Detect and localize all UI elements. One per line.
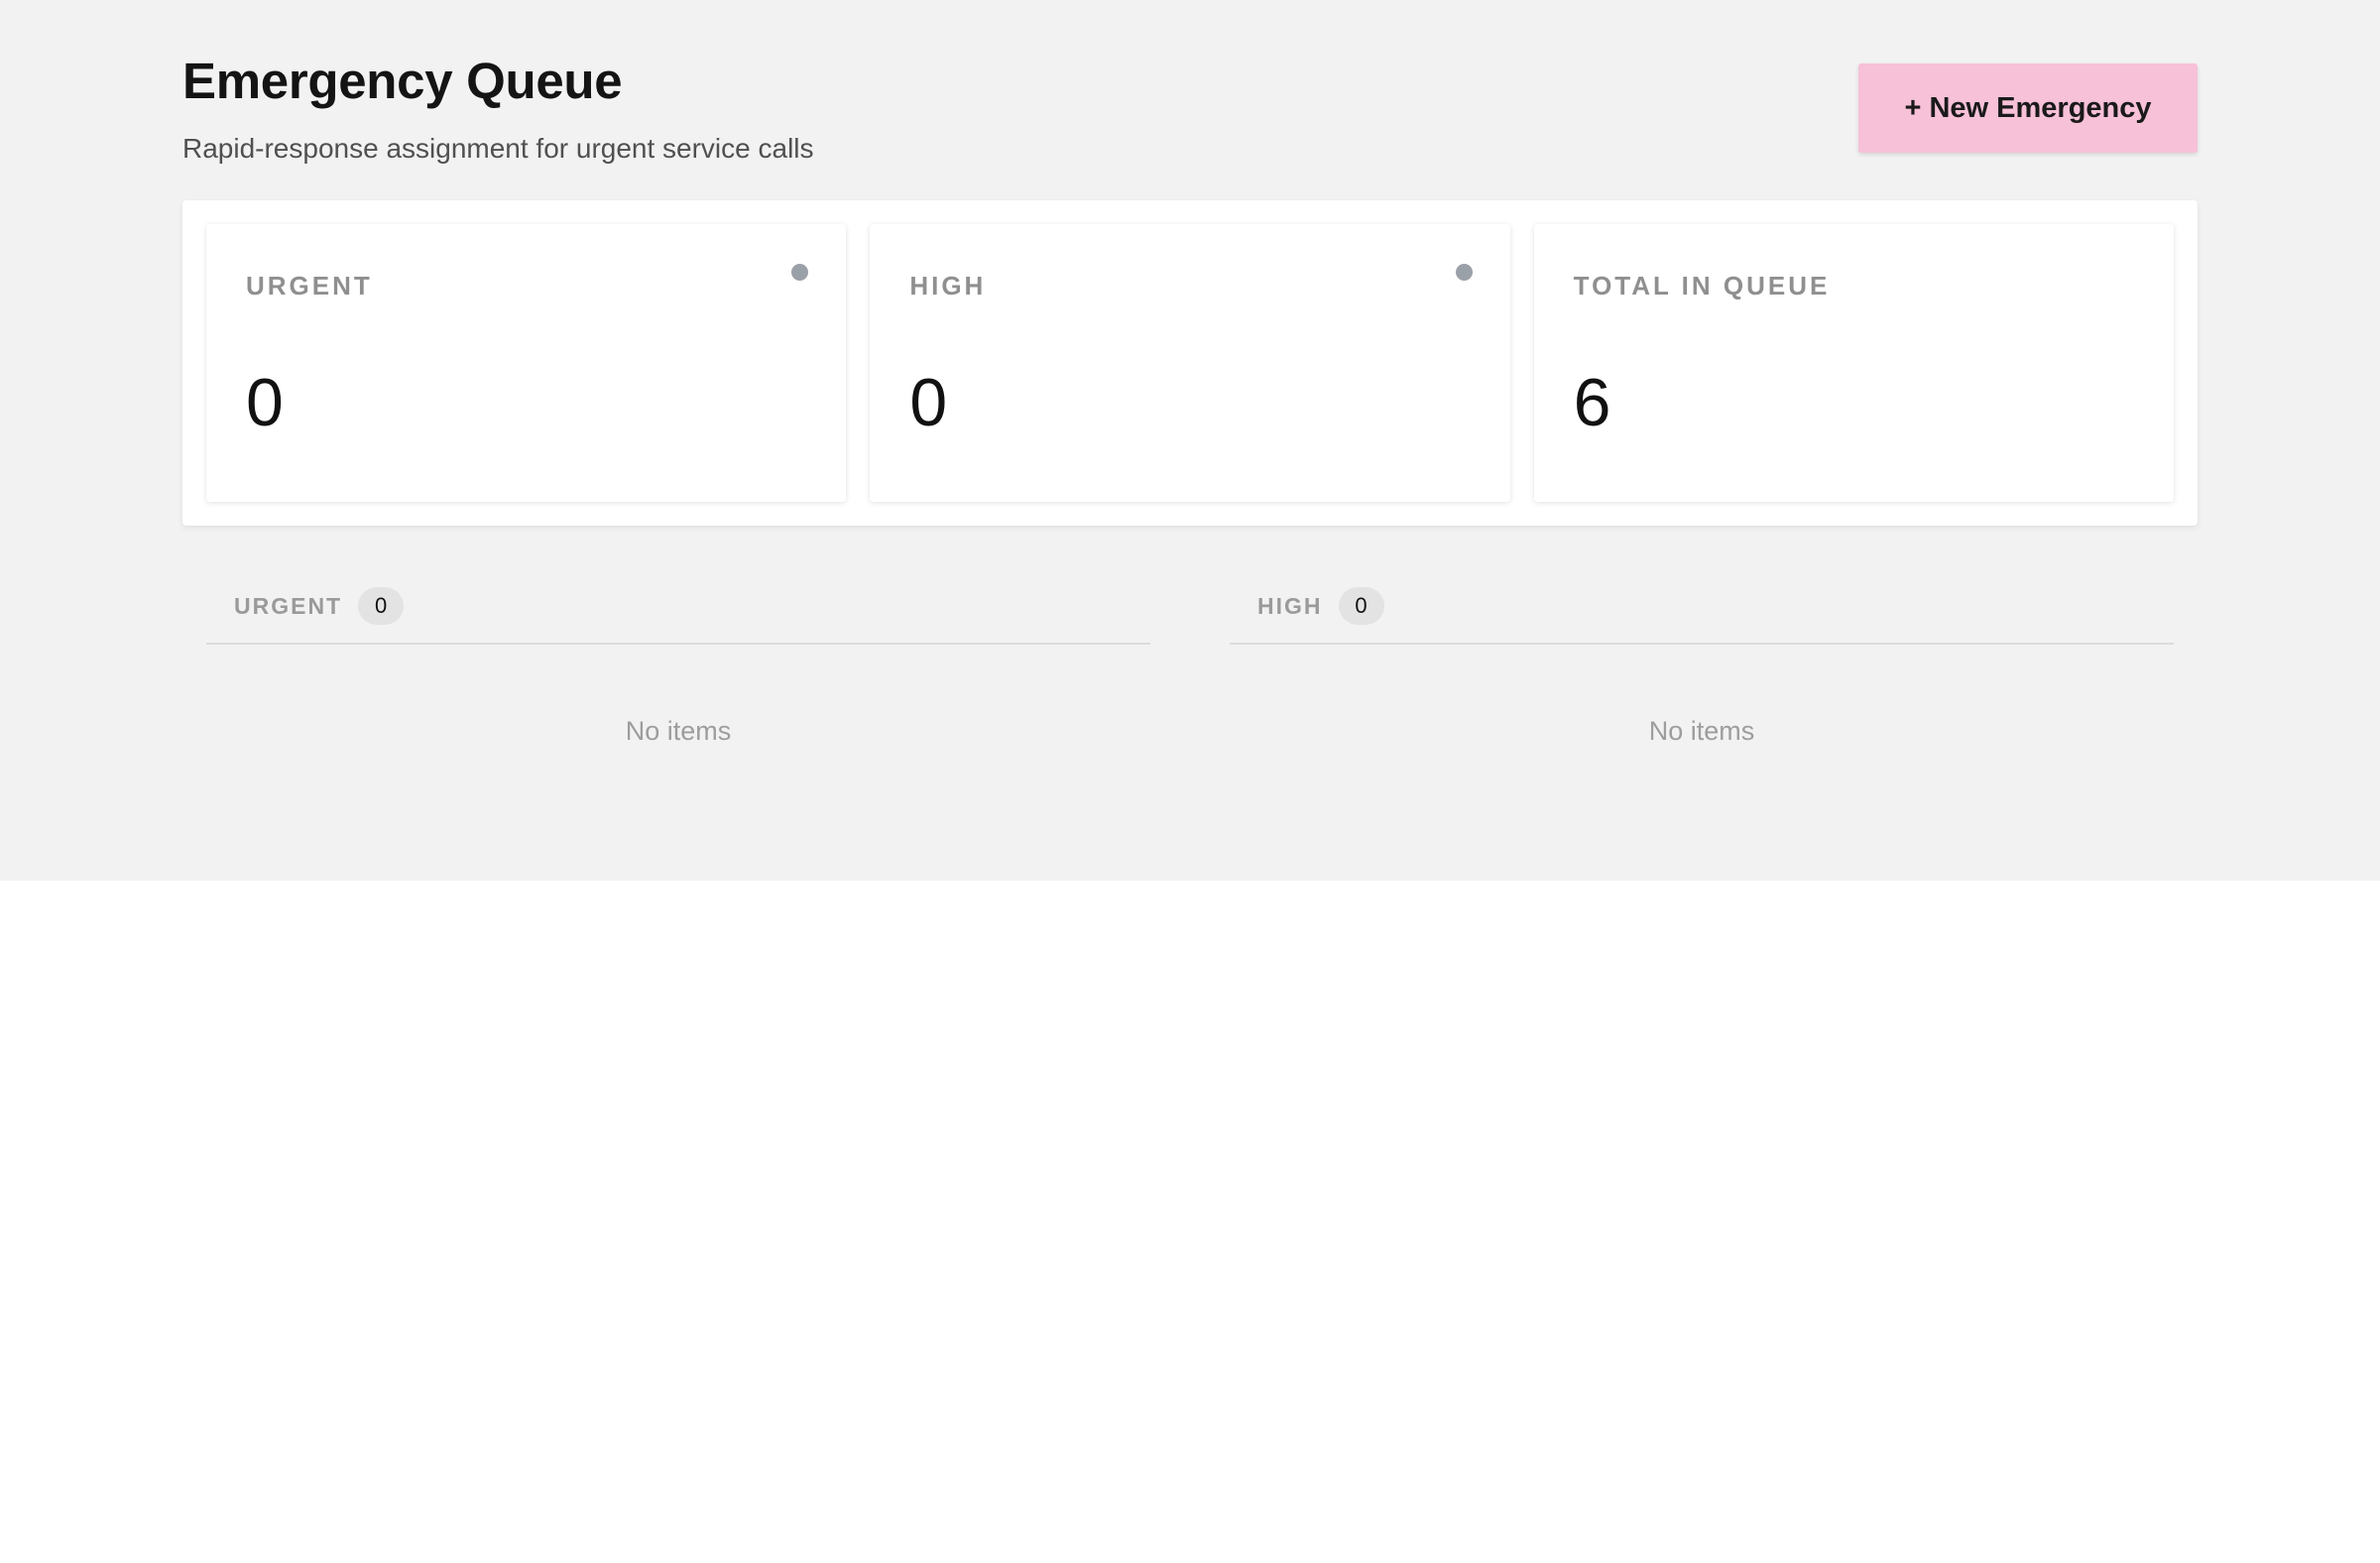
stat-value: 0 (246, 365, 284, 440)
status-dot-icon (791, 264, 809, 281)
empty-state-text: No items (625, 716, 732, 746)
new-emergency-button[interactable]: + New Emergency (1858, 63, 2198, 153)
queue-columns: URGENT 0 No items HIGH 0 No items (182, 581, 2198, 747)
emergency-queue-page: Emergency Queue Rapid-response assignmen… (0, 0, 2380, 881)
count-badge: 0 (1338, 587, 1384, 625)
queue-column-urgent: URGENT 0 No items (206, 581, 1150, 747)
page-header: Emergency Queue Rapid-response assignmen… (182, 0, 2198, 200)
count-badge: 0 (358, 587, 405, 625)
column-title: HIGH (1257, 592, 1323, 619)
page-subtitle: Rapid-response assignment for urgent ser… (182, 133, 814, 164)
stat-card-urgent: URGENT 0 (206, 224, 847, 502)
status-dot-icon (1455, 264, 1473, 281)
stat-card-total: TOTAL IN QUEUE 6 (1533, 224, 2174, 502)
column-title: URGENT (234, 592, 343, 619)
column-header: URGENT 0 (206, 581, 1150, 645)
stat-card-high: HIGH 0 (870, 224, 1510, 502)
stat-value: 6 (1573, 365, 1611, 440)
stat-label: URGENT (246, 271, 373, 301)
stat-label: TOTAL IN QUEUE (1573, 271, 1831, 301)
stat-label: HIGH (909, 271, 987, 301)
empty-state-text: No items (1648, 716, 1755, 746)
stat-value: 0 (909, 365, 948, 440)
stats-panel: URGENT 0 HIGH 0 TOTAL IN QUEUE 6 (182, 200, 2198, 526)
queue-column-high: HIGH 0 No items (1230, 581, 2174, 747)
page-title: Emergency Queue (182, 53, 623, 109)
column-header: HIGH 0 (1230, 581, 2174, 645)
